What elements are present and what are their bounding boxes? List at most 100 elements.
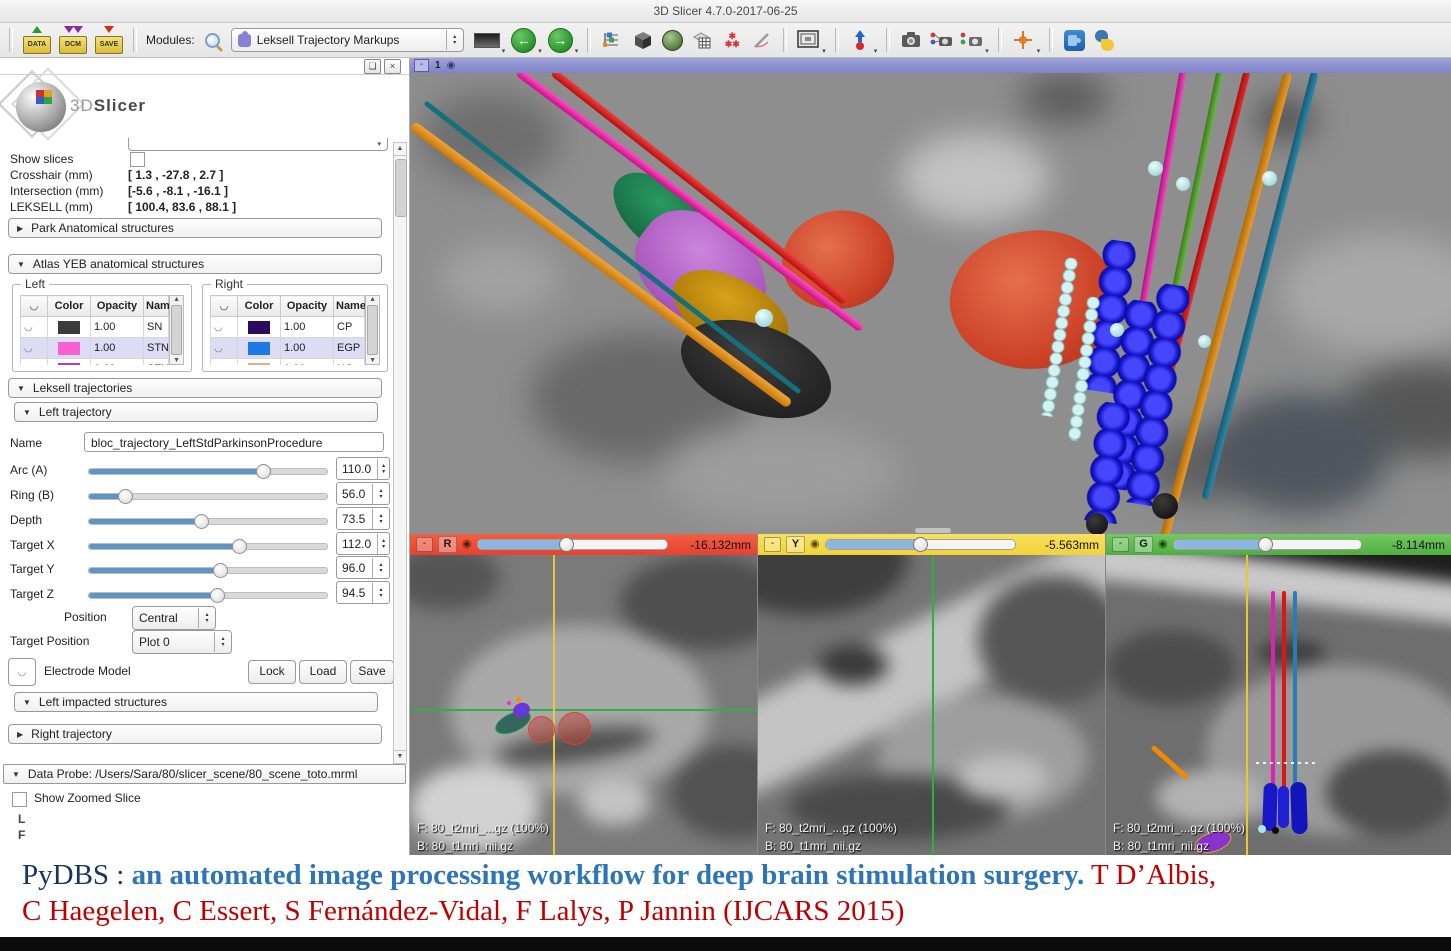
arc-slider[interactable] xyxy=(88,468,328,475)
table-scrollbar[interactable]: ▲ ▼ xyxy=(365,295,380,365)
table-row[interactable]: ◡ 1.00 STN xyxy=(21,338,169,359)
visibility-eye-icon[interactable]: ◡ xyxy=(24,343,33,354)
load-button[interactable]: Load xyxy=(299,660,347,684)
scene-view-icon[interactable] xyxy=(929,28,953,52)
color-swatch[interactable] xyxy=(248,342,270,355)
crosshair-dropdown-icon[interactable]: ▾ xyxy=(1037,47,1041,55)
load-data-button[interactable]: DATA xyxy=(22,26,52,54)
scene-view-dropdown-icon[interactable]: ▾ xyxy=(985,47,989,55)
position-combobox[interactable]: Central ▴▾ xyxy=(132,606,216,630)
color-swatch[interactable] xyxy=(248,363,270,366)
arc-spinbox[interactable]: 110.0▴▾ xyxy=(336,457,390,480)
section-leksell-trajectories[interactable]: ▼ Leksell trajectories xyxy=(8,378,382,398)
back-button[interactable]: ← xyxy=(511,28,536,53)
slice-offset-slider[interactable] xyxy=(825,539,1016,550)
splitter-handle[interactable] xyxy=(915,528,951,533)
view3d-pin-icon[interactable]: ◉ xyxy=(447,60,456,71)
color-swatch[interactable] xyxy=(58,321,80,334)
electrode-visibility-button[interactable]: ◡ xyxy=(8,658,36,686)
color-swatch[interactable] xyxy=(58,363,80,366)
transforms-icon[interactable] xyxy=(690,28,714,52)
lock-button[interactable]: Lock xyxy=(248,660,296,684)
module-selector[interactable]: Leksell Trajectory Markups ▴▾ xyxy=(231,28,464,52)
section-park-anatomical[interactable]: ▶ Park Anatomical structures xyxy=(8,218,382,238)
section-atlas-yeb[interactable]: ▼ Atlas YEB anatomical structures xyxy=(8,254,382,274)
red-slice-image[interactable]: F: 80_t2mri_...gz (100%) B: 80_t1mri_nii… xyxy=(410,555,757,855)
fiducials-icon[interactable]: ✱✱✱ xyxy=(720,28,744,52)
scroll-up-icon[interactable]: ▲ xyxy=(394,143,406,156)
scene-view-add-icon[interactable] xyxy=(959,28,983,52)
pin-icon[interactable]: ◉ xyxy=(1158,539,1168,550)
screenshot-icon[interactable] xyxy=(899,28,923,52)
table-row[interactable]: ◡ 1.00 CP xyxy=(211,317,365,338)
table-row[interactable]: ◡ 1.00 STN xyxy=(21,359,169,366)
atlas-right-table[interactable]: ◡ Color Opacity Name ◡ 1.00 CP ◡ 1 xyxy=(210,295,365,365)
view3d-collapse-icon[interactable]: - xyxy=(414,59,429,72)
annotation-ruler-icon[interactable] xyxy=(750,28,774,52)
depth-slider[interactable] xyxy=(88,518,328,525)
extensions-manager-icon[interactable] xyxy=(1062,28,1086,52)
table-row[interactable]: ◡ 1.00 EGP xyxy=(211,338,365,359)
section-data-probe[interactable]: ▼ Data Probe: /Users/Sara/80/slicer_scen… xyxy=(3,764,406,784)
mouse-mode-icon[interactable] xyxy=(848,28,872,52)
back-dropdown-icon[interactable]: ▾ xyxy=(538,47,542,55)
section-left-impacted[interactable]: ▼ Left impacted structures xyxy=(14,692,378,712)
color-swatch[interactable] xyxy=(248,321,270,334)
pin-icon[interactable]: ◉ xyxy=(462,539,472,550)
panel-scrollbar[interactable]: ▲ ▼ xyxy=(393,142,407,764)
table-row[interactable]: ◡ 1.00 SN xyxy=(21,317,169,338)
target-z-slider[interactable] xyxy=(88,592,328,599)
scroll-thumb[interactable] xyxy=(395,159,407,217)
pin-icon[interactable]: ◉ xyxy=(810,539,820,550)
visibility-eye-icon[interactable]: ◡ xyxy=(214,364,223,365)
trajectory-name-input[interactable]: bloc_trajectory_LeftStdParkinsonProcedur… xyxy=(84,432,384,452)
layout-selector-icon[interactable] xyxy=(796,28,820,52)
module-history-icon[interactable] xyxy=(474,33,500,48)
volume-cube-icon[interactable] xyxy=(630,28,654,52)
ring-spinbox[interactable]: 56.0▴▾ xyxy=(336,482,390,505)
dicom-button[interactable]: DCM xyxy=(58,26,88,54)
target-z-spinbox[interactable]: 94.5▴▾ xyxy=(336,581,390,604)
color-swatch[interactable] xyxy=(58,342,80,355)
slice-view-red[interactable]: - R ◉ -16.132mm xyxy=(410,534,757,855)
collapse-button[interactable]: - xyxy=(1112,537,1129,552)
target-position-combobox[interactable]: Plot 0 ▴▾ xyxy=(132,630,232,654)
forward-dropdown-icon[interactable]: ▾ xyxy=(575,47,579,55)
models-sphere-icon[interactable] xyxy=(660,28,684,52)
mouse-mode-dropdown-icon[interactable]: ▾ xyxy=(874,47,878,55)
target-x-slider[interactable] xyxy=(88,543,328,550)
show-slices-checkbox[interactable] xyxy=(130,152,145,167)
target-y-spinbox[interactable]: 96.0▴▾ xyxy=(336,556,390,579)
visibility-eye-icon[interactable]: ◡ xyxy=(24,322,33,333)
show-zoomed-slice-checkbox[interactable] xyxy=(12,792,27,807)
visibility-eye-icon[interactable]: ◡ xyxy=(214,343,223,354)
yellow-slice-image[interactable]: F: 80_t2mri_...gz (100%) B: 80_t1mri_nii… xyxy=(758,555,1105,855)
trajectory-node-selector[interactable]: ▾ xyxy=(128,138,388,151)
python-console-icon[interactable] xyxy=(1092,28,1116,52)
crosshair-toggle-icon[interactable] xyxy=(1011,28,1035,52)
table-row[interactable]: ◡ 1.00 HC xyxy=(211,359,365,366)
panel-popout-icon[interactable]: ❏ xyxy=(364,59,381,74)
target-x-spinbox[interactable]: 112.0▴▾ xyxy=(336,532,390,555)
green-slice-image[interactable]: F: 80_t2mri_...gz (100%) B: 80_t1mri_nii… xyxy=(1106,555,1451,855)
target-y-slider[interactable] xyxy=(88,567,328,574)
panel-close-icon[interactable]: × xyxy=(384,59,401,74)
forward-button[interactable]: → xyxy=(548,28,573,53)
view3d-scene[interactable] xyxy=(410,73,1451,534)
visibility-eye-icon[interactable]: ◡ xyxy=(24,364,33,365)
module-hierarchy-icon[interactable] xyxy=(600,28,624,52)
history-dropdown-icon[interactable]: ▾ xyxy=(502,47,506,55)
scroll-down-icon[interactable]: ▼ xyxy=(394,750,406,763)
layout-dropdown-icon[interactable]: ▾ xyxy=(822,47,826,55)
slice-view-yellow[interactable]: - Y ◉ -5.563mm F: 80_ xyxy=(758,534,1105,855)
slice-view-green[interactable]: - G ◉ -8.114mm xyxy=(1106,534,1451,855)
section-left-trajectory[interactable]: ▼ Left trajectory xyxy=(14,402,378,422)
module-search-icon[interactable] xyxy=(201,28,225,52)
section-right-trajectory[interactable]: ▶ Right trajectory xyxy=(8,724,382,744)
ring-slider[interactable] xyxy=(88,493,328,500)
atlas-left-table[interactable]: ◡ Color Opacity Name ◡ 1.00 SN ◡ 1 xyxy=(20,295,169,365)
slice-offset-slider[interactable] xyxy=(477,539,668,550)
table-scrollbar[interactable]: ▲ ▼ xyxy=(169,295,184,365)
slice-offset-slider[interactable] xyxy=(1173,539,1362,550)
visibility-eye-icon[interactable]: ◡ xyxy=(214,322,223,333)
